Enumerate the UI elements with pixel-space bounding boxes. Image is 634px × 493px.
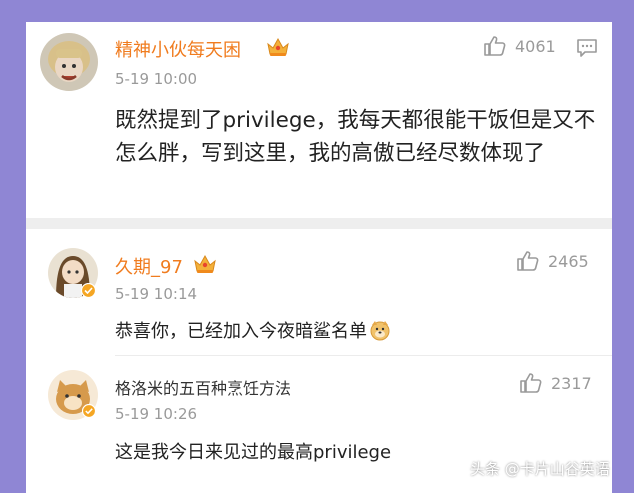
crown-icon xyxy=(266,36,290,58)
reply-text: 这是我今日来见过的最高privilege xyxy=(115,442,392,463)
like-button[interactable]: 2465 xyxy=(516,250,589,272)
like-count: 2317 xyxy=(551,373,592,393)
verified-badge-icon xyxy=(81,403,97,419)
section-separator xyxy=(26,218,612,229)
doge-emoji-icon xyxy=(369,319,391,341)
reply-username[interactable]: 格洛米的五百种烹饪方法 xyxy=(115,375,291,399)
like-count: 2465 xyxy=(548,251,589,271)
like-button[interactable]: 2317 xyxy=(519,372,592,394)
reply-text: 恭喜你，已经加入今夜暗鲨名单 xyxy=(115,321,367,342)
crown-icon xyxy=(193,253,217,275)
thumbs-up-icon xyxy=(516,250,540,272)
comment-text: 既然提到了privilege，我每天都很能干饭但是又不怎么胖，写到这里，我的高傲… xyxy=(115,108,596,166)
watermark: 头条 @卡片山谷英语 xyxy=(470,460,610,478)
like-count: 4061 xyxy=(515,36,556,56)
comment-time: 5-19 10:00 xyxy=(115,70,198,88)
comment-username[interactable]: 精神小伙每天困 xyxy=(115,36,241,62)
thumbs-up-icon xyxy=(483,35,507,57)
verified-badge-icon xyxy=(80,282,97,299)
reply-comment-icon[interactable] xyxy=(576,38,598,58)
reply-time: 5-19 10:14 xyxy=(115,285,198,303)
reply-divider xyxy=(115,355,612,356)
like-button[interactable]: 4061 xyxy=(483,35,556,57)
reply-username[interactable]: 久期_97 xyxy=(115,253,183,279)
thumbs-up-icon xyxy=(519,372,543,394)
reply-text-row: 恭喜你，已经加入今夜暗鲨名单 xyxy=(115,317,391,343)
reply-time: 5-19 10:26 xyxy=(115,405,198,423)
avatar[interactable] xyxy=(40,33,98,91)
